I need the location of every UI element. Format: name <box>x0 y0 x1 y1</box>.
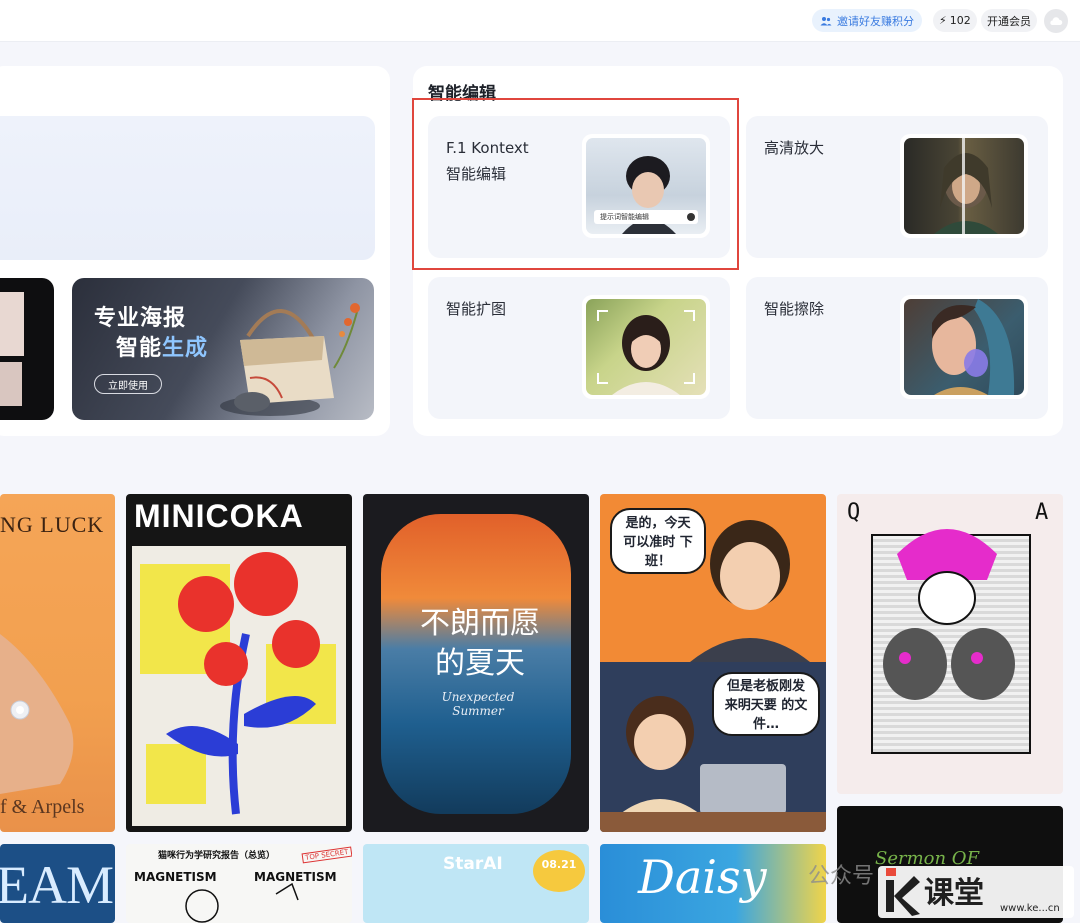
speech-bubble: 但是老板刚发 来明天要 的文件… <box>712 672 820 736</box>
gallery-item[interactable]: NG LUCK f & Arpels <box>0 494 115 832</box>
gallery-date: 08.21 <box>533 850 585 892</box>
tool-label: 智能扩图 <box>446 300 507 318</box>
gallery-item[interactable]: 是的，今天 可以准时 下班！ 但是老板刚发 来明天要 的文件… <box>600 494 826 832</box>
tool-smart-erase[interactable]: 智能擦除 <box>746 277 1048 419</box>
gallery-item[interactable]: MINICOKA <box>126 494 352 832</box>
product-card[interactable] <box>0 278 54 420</box>
thumb-caption-bar: 提示词智能编辑 <box>594 210 698 224</box>
tool-label: 智能擦除 <box>764 300 825 318</box>
credits-count: 102 <box>949 14 971 27</box>
speech-bubble: 是的，今天 可以准时 下班！ <box>610 508 706 574</box>
gallery-item[interactable]: Q A <box>837 494 1063 794</box>
gallery-title: StarAI <box>443 854 503 874</box>
invite-friends-button[interactable]: 邀请好友赚积分 <box>812 9 922 32</box>
open-membership-button[interactable]: 开通会员 <box>981 9 1037 32</box>
lightning-icon: ⚡ <box>939 14 947 27</box>
tool-thumbnail <box>900 295 1028 399</box>
poster-generation-card[interactable]: 专业海报 智能生成 立即使用 <box>72 278 374 420</box>
tool-kontext-edit[interactable]: F.1 Kontext 智能编辑 提示词智能编辑 <box>428 116 730 258</box>
gallery-item[interactable]: 猫咪行为学研究报告（总览） TOP SECRET MAGNETISM MAGNE… <box>126 844 352 923</box>
send-icon <box>687 213 695 221</box>
tool-label: F.1 Kontext 智能编辑 <box>446 139 529 183</box>
gallery-item[interactable]: Daisy <box>600 844 826 923</box>
gallery-item[interactable]: 08.21 StarAI <box>363 844 589 923</box>
flower-illustration <box>166 552 320 815</box>
cloud-icon <box>1050 17 1063 25</box>
invite-label: 邀请好友赚积分 <box>837 14 914 28</box>
gallery-title: EAM <box>0 855 114 915</box>
gallery-title: Daisy <box>638 850 767 904</box>
tool-thumbnail <box>900 134 1028 238</box>
jewelry-hand-image <box>0 634 74 794</box>
tool-label: 高清放大 <box>764 139 825 157</box>
use-now-button[interactable]: 立即使用 <box>94 374 162 394</box>
watermark-url: www.ke...cn <box>1000 903 1060 914</box>
tool-smart-expand[interactable]: 智能扩图 <box>428 277 730 419</box>
gallery-subtitle: f & Arpels <box>0 796 85 818</box>
avatar[interactable] <box>1044 9 1068 33</box>
tool-hd-upscale[interactable]: 高清放大 <box>746 116 1048 258</box>
brand-logo-icon <box>886 868 920 916</box>
gallery-title: 不朗而愿 的夏天 <box>420 606 540 681</box>
poster-title-line1: 专业海报 <box>94 306 187 331</box>
comic-sketch <box>185 882 299 923</box>
tool-thumbnail <box>582 295 710 399</box>
tool-thumbnail: 提示词智能编辑 <box>582 134 710 238</box>
poster-title-line2: 智能生成 <box>116 336 209 361</box>
top-bar: 邀请好友赚积分 ⚡ 102 开通会员 <box>0 0 1080 42</box>
gallery-item[interactable]: EAM <box>0 844 115 923</box>
banner-card[interactable] <box>0 116 375 260</box>
watermark-text: 公众号 <box>808 864 875 889</box>
watermark-brand: 课堂 <box>924 876 984 911</box>
jester-illustration <box>883 529 1015 700</box>
gallery-subtitle: Unexpected Summer <box>441 690 515 718</box>
users-icon <box>820 16 832 25</box>
credits-badge[interactable]: ⚡ 102 <box>933 9 977 32</box>
gallery-item[interactable]: 不朗而愿 的夏天 Unexpected Summer <box>363 494 589 832</box>
section-title: 智能编辑 <box>428 84 496 104</box>
